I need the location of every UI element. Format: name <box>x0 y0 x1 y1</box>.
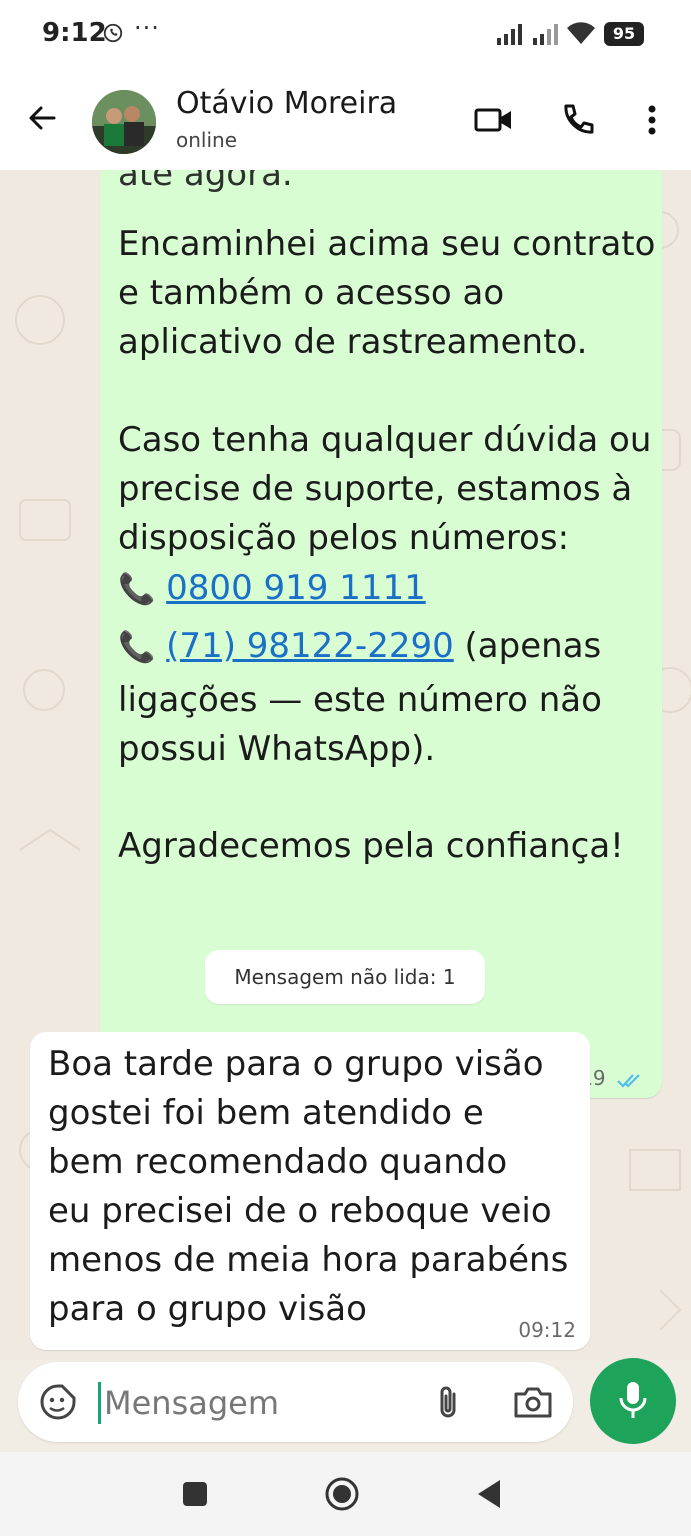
phone-note: (apenas <box>453 626 602 666</box>
camera-icon[interactable] <box>512 1382 554 1422</box>
wifi-icon <box>567 22 595 44</box>
message-line: Agradecemos pela confiança! <box>118 826 624 866</box>
contact-status: online <box>176 128 238 152</box>
phone-link-2[interactable]: (71) 98122-2290 <box>166 626 454 666</box>
more-vert-icon[interactable] <box>632 100 672 140</box>
mic-icon <box>619 1382 647 1418</box>
signal-icon-2 <box>533 24 558 45</box>
message-input[interactable] <box>102 1378 406 1428</box>
chat-area[interactable]: até agora. Encaminhei acima seu contrato… <box>0 170 691 1360</box>
video-call-icon[interactable] <box>474 100 514 140</box>
message-line: menos de meia hora parabéns <box>48 1240 569 1280</box>
telephone-icon: 📞 <box>118 630 156 665</box>
sticker-icon[interactable] <box>38 1382 78 1422</box>
back-arrow-icon[interactable] <box>24 100 60 136</box>
battery-indicator: 95 <box>604 22 644 46</box>
text-cursor <box>98 1382 101 1424</box>
contact-name[interactable]: Otávio Moreira <box>176 86 397 121</box>
chat-header: Otávio Moreira online <box>0 70 691 170</box>
recents-icon[interactable] <box>175 1474 215 1514</box>
message-line: bem recomendado quando <box>48 1142 508 1182</box>
message-line: gostei foi bem atendido e <box>48 1093 484 1133</box>
avatar[interactable] <box>92 90 156 154</box>
telephone-icon: 📞 <box>118 572 156 607</box>
system-nav-bar <box>0 1452 691 1536</box>
message-line-partial: até agora. <box>118 170 293 194</box>
phone-line-1: 📞 0800 919 1111 <box>118 568 426 608</box>
message-line: aplicativo de rastreamento. <box>118 322 588 362</box>
status-time: 9:12 <box>42 18 107 48</box>
read-ticks-icon <box>617 1073 640 1088</box>
message-line: possui WhatsApp). <box>118 729 436 769</box>
mic-button[interactable] <box>590 1358 676 1444</box>
message-line: disposição pelos números: <box>118 518 570 558</box>
signal-icon <box>497 24 522 45</box>
message-line: eu precisei de o reboque veio <box>48 1191 552 1231</box>
message-line: Encaminhei acima seu contrato <box>118 224 656 264</box>
message-line: Boa tarde para o grupo visão <box>48 1044 544 1084</box>
message-line: para o grupo visão <box>48 1289 367 1329</box>
status-bar: 9:12 ··· 95 <box>0 0 691 70</box>
home-icon[interactable] <box>322 1474 362 1514</box>
phone-link-1[interactable]: 0800 919 1111 <box>166 568 426 608</box>
message-composer <box>18 1362 573 1442</box>
whatsapp-indicator-icon <box>103 23 123 43</box>
unread-banner: Mensagem não lida: 1 <box>205 950 485 1004</box>
phone-line-2: 📞 (71) 98122-2290 (apenas <box>118 626 601 666</box>
back-nav-icon[interactable] <box>470 1474 510 1514</box>
message-line: Caso tenha qualquer dúvida ou <box>118 420 652 460</box>
attach-icon[interactable] <box>428 1382 468 1422</box>
status-more-indicator: ··· <box>134 14 160 42</box>
message-time: 09:12 <box>518 1318 576 1342</box>
message-line: ligações — este número não <box>118 680 602 720</box>
message-line: e também o acesso ao <box>118 273 505 313</box>
voice-call-icon[interactable] <box>558 100 598 140</box>
message-line: precise de suporte, estamos à <box>118 469 633 509</box>
incoming-message-bubble[interactable]: Boa tarde para o grupo visão gostei foi … <box>30 1032 590 1350</box>
